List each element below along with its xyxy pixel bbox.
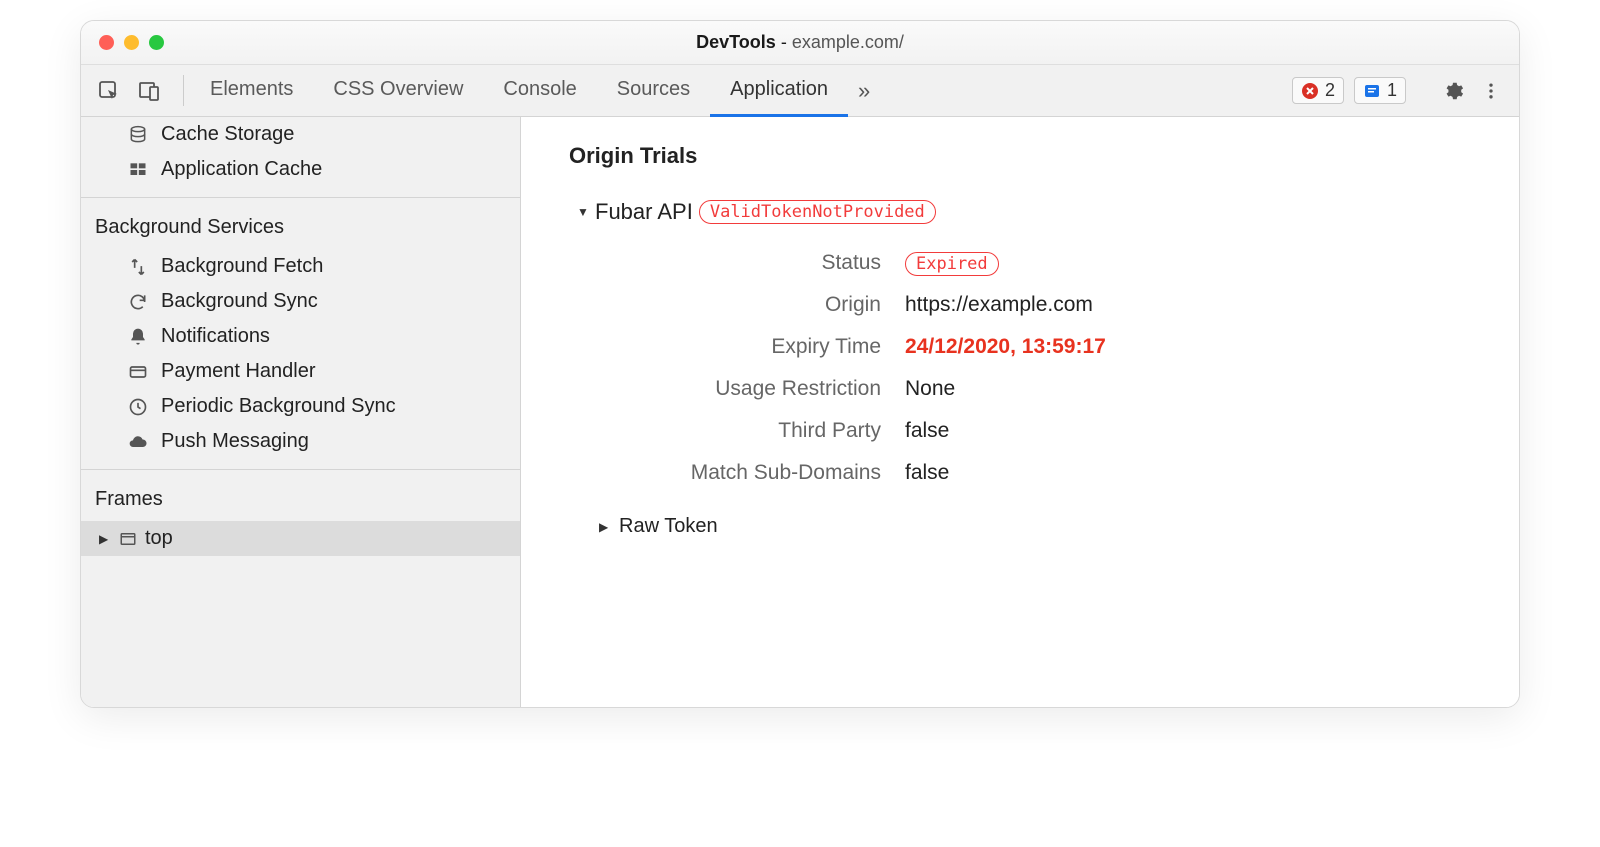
field-value-subdomains: false	[905, 461, 1471, 485]
settings-icon[interactable]	[1439, 77, 1467, 105]
tab-sources[interactable]: Sources	[597, 65, 710, 117]
expand-triangle-icon[interactable]: ▼	[577, 205, 589, 219]
sidebar-item-payment-handler[interactable]: Payment Handler	[81, 354, 520, 389]
sidebar-item-label: Background Fetch	[161, 255, 323, 278]
sidebar-item-periodic-background-sync[interactable]: Periodic Background Sync	[81, 389, 520, 424]
field-value-usage: None	[905, 377, 1471, 401]
tab-css-overview[interactable]: CSS Overview	[313, 65, 483, 117]
panel-body: Cache Storage Application Cache Backgrou…	[81, 117, 1519, 707]
window-minimize-button[interactable]	[124, 35, 139, 50]
panel-tabs: Elements CSS Overview Console Sources Ap…	[190, 65, 1278, 116]
tab-console[interactable]: Console	[483, 65, 596, 117]
errors-indicator[interactable]: 2	[1292, 77, 1344, 104]
sidebar-section-background-services: Background Services	[81, 206, 520, 249]
main-content: Origin Trials ▼ Fubar API ValidTokenNotP…	[521, 117, 1519, 707]
sidebar-item-label: Cache Storage	[161, 123, 294, 146]
frame-icon	[119, 530, 137, 548]
more-tabs-button[interactable]: »	[848, 65, 880, 116]
field-label-third-party: Third Party	[605, 419, 905, 443]
devtools-window: DevTools - example.com/ Elements CSS Ove…	[80, 20, 1520, 708]
database-icon	[127, 125, 149, 145]
grid-icon	[127, 160, 149, 180]
field-label-subdomains: Match Sub-Domains	[605, 461, 905, 485]
error-icon	[1301, 82, 1319, 100]
devtools-toolbar: Elements CSS Overview Console Sources Ap…	[81, 65, 1519, 117]
tab-application[interactable]: Application	[710, 65, 848, 117]
sidebar-item-notifications[interactable]: Notifications	[81, 319, 520, 354]
sync-icon	[127, 292, 149, 312]
clock-icon	[127, 397, 149, 417]
cloud-icon	[127, 432, 149, 452]
sidebar-item-background-sync[interactable]: Background Sync	[81, 284, 520, 319]
inspect-element-icon[interactable]	[95, 77, 123, 105]
issues-count: 1	[1387, 80, 1397, 101]
frame-item-top[interactable]: ▶ top	[81, 521, 520, 556]
status-badge: Expired	[905, 252, 999, 276]
raw-token-row[interactable]: ▶ Raw Token	[599, 515, 1471, 538]
trial-name: Fubar API	[595, 199, 693, 225]
field-value-third-party: false	[905, 419, 1471, 443]
application-sidebar: Cache Storage Application Cache Backgrou…	[81, 117, 521, 707]
device-toolbar-icon[interactable]	[135, 77, 163, 105]
token-status-badge: ValidTokenNotProvided	[699, 200, 936, 224]
page-title: Origin Trials	[569, 143, 1471, 169]
field-value-origin: https://example.com	[905, 293, 1471, 317]
bell-icon	[127, 327, 149, 347]
field-label-status: Status	[605, 251, 905, 275]
kebab-menu-icon[interactable]	[1477, 77, 1505, 105]
expand-triangle-icon[interactable]: ▶	[99, 532, 111, 546]
window-title: DevTools - example.com/	[81, 32, 1519, 53]
sidebar-item-label: Periodic Background Sync	[161, 395, 396, 418]
issue-icon	[1363, 82, 1381, 100]
window-close-button[interactable]	[99, 35, 114, 50]
sidebar-item-background-fetch[interactable]: Background Fetch	[81, 249, 520, 284]
field-label-expiry: Expiry Time	[605, 335, 905, 359]
card-icon	[127, 362, 149, 382]
sidebar-item-label: Application Cache	[161, 158, 322, 181]
sidebar-divider	[81, 469, 520, 470]
field-label-usage: Usage Restriction	[605, 377, 905, 401]
field-label-origin: Origin	[605, 293, 905, 317]
window-titlebar: DevTools - example.com/	[81, 21, 1519, 65]
field-value-status: Expired	[905, 251, 1471, 275]
frame-label: top	[145, 527, 173, 550]
expand-triangle-icon[interactable]: ▶	[599, 520, 611, 534]
app-name: DevTools	[696, 32, 776, 52]
window-url: example.com/	[792, 32, 904, 52]
sidebar-item-label: Push Messaging	[161, 430, 309, 453]
sidebar-item-label: Payment Handler	[161, 360, 316, 383]
sidebar-item-cache-storage[interactable]: Cache Storage	[81, 117, 520, 152]
fetch-icon	[127, 257, 149, 277]
sidebar-divider	[81, 197, 520, 198]
origin-trial-row[interactable]: ▼ Fubar API ValidTokenNotProvided	[569, 199, 1471, 225]
sidebar-item-application-cache[interactable]: Application Cache	[81, 152, 520, 187]
trial-details: Status Expired Origin https://example.co…	[605, 251, 1471, 485]
sidebar-item-label: Notifications	[161, 325, 270, 348]
field-value-expiry: 24/12/2020, 13:59:17	[905, 335, 1471, 359]
errors-count: 2	[1325, 80, 1335, 101]
toolbar-separator	[183, 75, 184, 106]
tab-elements[interactable]: Elements	[190, 65, 313, 117]
window-maximize-button[interactable]	[149, 35, 164, 50]
sidebar-section-frames: Frames	[81, 478, 520, 521]
sidebar-item-label: Background Sync	[161, 290, 318, 313]
sidebar-item-push-messaging[interactable]: Push Messaging	[81, 424, 520, 459]
raw-token-label: Raw Token	[619, 515, 718, 538]
traffic-lights	[81, 35, 164, 50]
issues-indicator[interactable]: 1	[1354, 77, 1406, 104]
